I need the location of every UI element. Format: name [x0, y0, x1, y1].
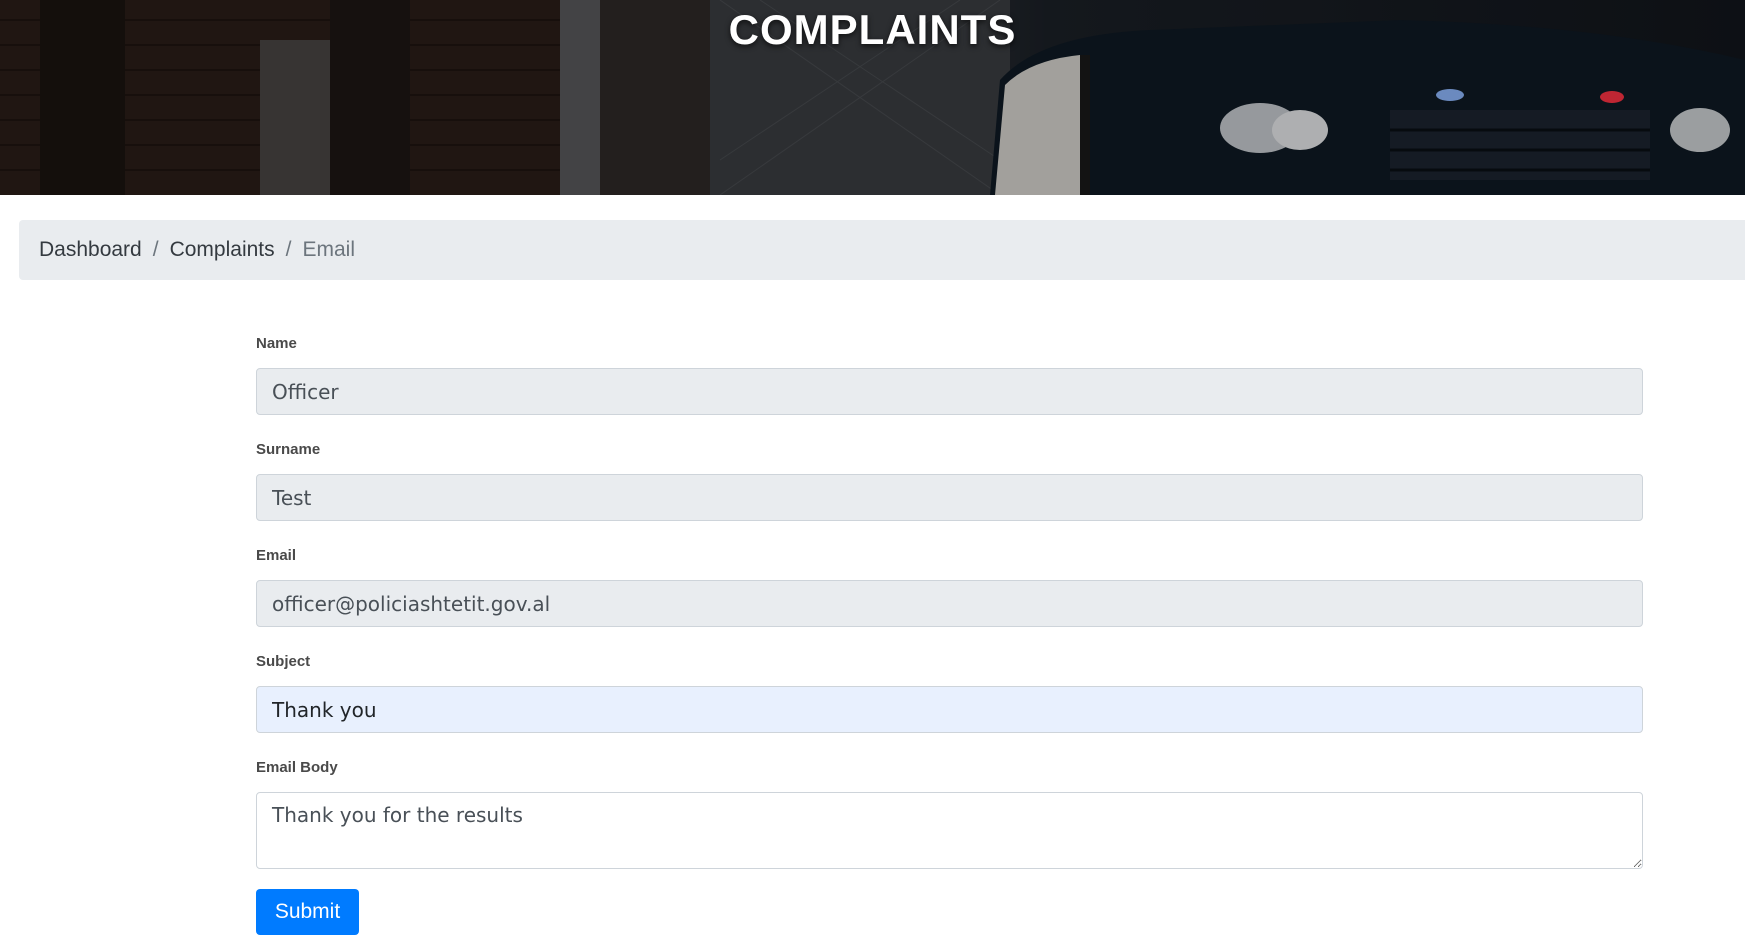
breadcrumb-separator: /: [152, 238, 159, 261]
breadcrumb-current-email: Email: [302, 238, 355, 261]
name-label: Name: [256, 335, 297, 352]
email-field[interactable]: [256, 580, 1643, 627]
subject-label: Subject: [256, 653, 311, 670]
email-body-field[interactable]: Thank you for the results: [256, 792, 1643, 869]
email-complaint-form: Name Surname Email Subject Email Body Th…: [256, 334, 1643, 935]
breadcrumb-separator: /: [285, 238, 292, 261]
email-body-label: Email Body: [256, 759, 338, 776]
page-title: COMPLAINTS: [728, 6, 1017, 53]
breadcrumb: Dashboard / Complaints / Email: [19, 220, 1745, 280]
breadcrumb-complaints-link[interactable]: Complaints: [170, 238, 275, 262]
submit-button[interactable]: Submit: [256, 889, 359, 935]
surname-field[interactable]: [256, 474, 1643, 521]
email-label: Email: [256, 547, 297, 564]
breadcrumb-dashboard-link[interactable]: Dashboard: [39, 238, 142, 262]
surname-label: Surname: [256, 441, 321, 458]
subject-field[interactable]: [256, 686, 1643, 733]
header-banner: COMPLAINTS: [0, 0, 1745, 195]
name-field[interactable]: [256, 368, 1643, 415]
